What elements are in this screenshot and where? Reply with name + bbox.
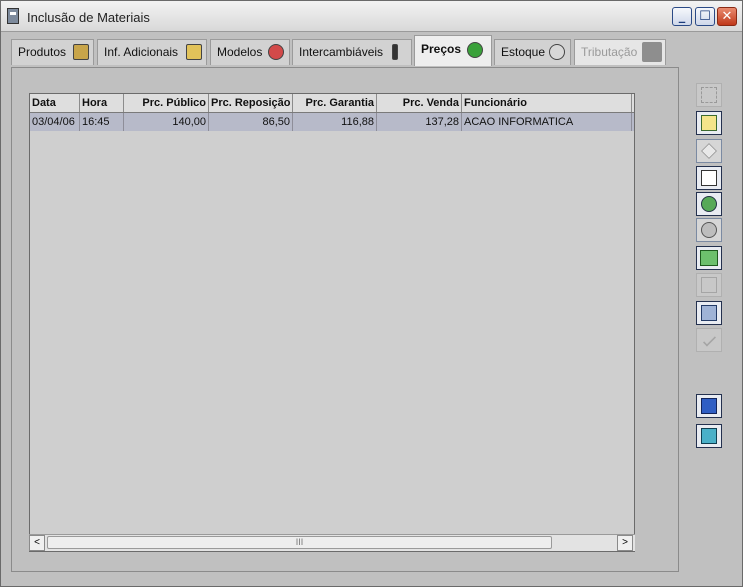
tab-intercambiaveis[interactable]: Intercambiáveis	[292, 39, 412, 65]
maximize-button[interactable]: ☐	[695, 7, 715, 26]
scroll-left-button[interactable]: <	[29, 535, 45, 551]
column-header-hora[interactable]: Hora	[80, 94, 124, 112]
cell-hora: 16:45	[80, 113, 124, 131]
interchange-icon	[392, 44, 398, 60]
grid-list-icon	[701, 115, 717, 131]
price-button[interactable]	[696, 246, 722, 270]
grid-list-button[interactable]	[696, 111, 722, 135]
tab-inf-adicionais[interactable]: Inf. Adicionais	[97, 39, 207, 65]
eraser-button[interactable]	[696, 139, 722, 163]
cell-funcionario: ACAO INFORMATICA	[462, 113, 632, 131]
stock-gauge-icon	[549, 44, 565, 60]
cancel-button[interactable]	[696, 218, 722, 242]
cell-prc-publico: 140,00	[124, 113, 209, 131]
document-preview-icon	[701, 170, 717, 186]
window-title: Inclusão de Materiais	[27, 10, 150, 25]
tab-label: Estoque	[501, 45, 546, 59]
tree-button[interactable]	[696, 83, 722, 107]
tab-estoque[interactable]: Estoque	[494, 39, 571, 65]
products-box-icon	[73, 44, 89, 60]
tab-label: Produtos	[18, 45, 67, 59]
column-header-data[interactable]: Data	[30, 94, 80, 112]
minimize-button[interactable]: _	[672, 7, 692, 26]
exit-door-icon	[701, 428, 717, 444]
tree-disabled-icon	[701, 87, 717, 103]
column-header-prc-venda[interactable]: Prc. Venda	[377, 94, 462, 112]
prices-table[interactable]: Data Hora Prc. Público Prc. Reposição Pr…	[29, 93, 635, 552]
column-header-prc-reposicao[interactable]: Prc. Reposição	[209, 94, 293, 112]
tab-precos[interactable]: Preços	[414, 35, 492, 66]
print-copy-button[interactable]	[696, 301, 722, 325]
tab-modelos[interactable]: Modelos	[210, 39, 290, 65]
close-button[interactable]: ✕	[717, 7, 737, 26]
document-preview-button[interactable]	[696, 166, 722, 190]
table-row[interactable]: 03/04/06 16:45 140,00 86,50 116,88 137,2…	[30, 113, 634, 131]
tab-label: Preços	[421, 42, 462, 56]
globe-cancel-icon	[701, 222, 717, 238]
cell-data: 03/04/06	[30, 113, 80, 131]
main-window: Inclusão de Materiais _ ☐ ✕ Produtos Inf…	[0, 0, 743, 587]
tab-label: Tributação	[581, 45, 638, 59]
title-bar[interactable]: Inclusão de Materiais _ ☐ ✕	[1, 1, 742, 32]
confirm-button[interactable]	[696, 328, 722, 352]
tab-label: Intercambiáveis	[299, 45, 384, 59]
column-header-prc-publico[interactable]: Prc. Público	[124, 94, 209, 112]
exit-button[interactable]	[696, 424, 722, 448]
tab-tributacao[interactable]: Tributação	[574, 39, 666, 65]
check-disabled-icon	[702, 333, 717, 347]
scroll-thumb[interactable]: III	[47, 536, 552, 549]
column-header-funcionario[interactable]: Funcionário	[462, 94, 632, 112]
car-icon	[268, 44, 284, 60]
scroll-right-button[interactable]: >	[617, 535, 633, 551]
save-confirm-icon	[701, 398, 717, 414]
save-button[interactable]	[696, 394, 722, 418]
table-header: Data Hora Prc. Público Prc. Reposição Pr…	[30, 94, 634, 113]
tax-icon	[642, 42, 662, 62]
copy-disabled-icon	[701, 277, 717, 293]
cell-prc-reposicao: 86,50	[209, 113, 293, 131]
horizontal-scrollbar[interactable]: < III >	[29, 534, 635, 551]
copy-button[interactable]	[696, 273, 722, 297]
tab-label: Inf. Adicionais	[104, 45, 179, 59]
refresh-button[interactable]	[696, 192, 722, 216]
refresh-globe-icon	[701, 196, 717, 212]
cell-prc-venda: 137,28	[377, 113, 462, 131]
tab-produtos[interactable]: Produtos	[11, 39, 94, 65]
cell-prc-garantia: 116,88	[293, 113, 377, 131]
app-icon	[7, 8, 19, 24]
column-header-prc-garantia[interactable]: Prc. Garantia	[293, 94, 377, 112]
money-bag-icon	[467, 42, 483, 58]
eraser-icon	[701, 143, 717, 159]
folder-open-icon	[186, 44, 202, 60]
money-note-icon	[700, 250, 718, 266]
tab-label: Modelos	[217, 45, 263, 59]
print-copy-icon	[701, 305, 717, 321]
